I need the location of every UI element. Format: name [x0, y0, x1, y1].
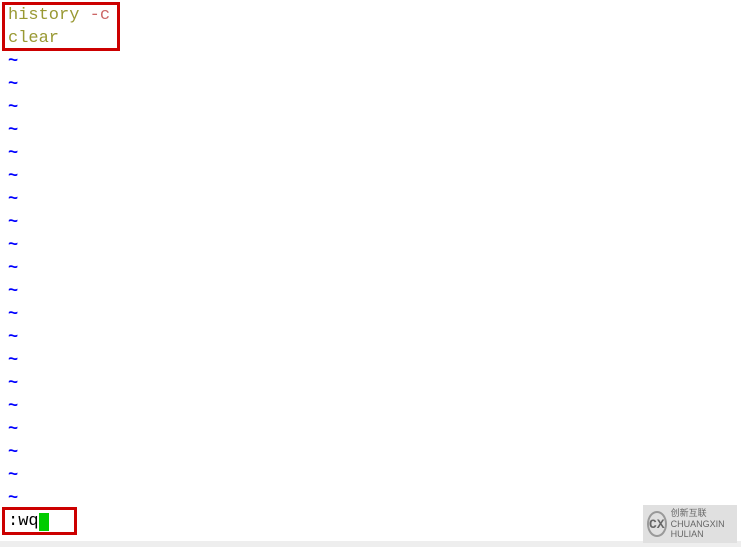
code-line-1: history -c [8, 4, 741, 27]
bottom-bar [0, 541, 741, 547]
watermark-text: 创新互联 CHUANGXIN HULIAN [671, 508, 733, 540]
command-token: clear [8, 29, 59, 48]
tilde-line: ~ [8, 96, 741, 119]
command-text: :wq [8, 512, 39, 531]
tilde-line: ~ [8, 418, 741, 441]
tilde-line: ~ [8, 73, 741, 96]
tilde-line: ~ [8, 119, 741, 142]
code-line-2: clear [8, 27, 741, 50]
tilde-line: ~ [8, 441, 741, 464]
tilde-line: ~ [8, 326, 741, 349]
tilde-line: ~ [8, 349, 741, 372]
tilde-line: ~ [8, 372, 741, 395]
watermark: CX 创新互联 CHUANGXIN HULIAN [643, 505, 737, 543]
tilde-line: ~ [8, 50, 741, 73]
watermark-line1: 创新互联 [671, 508, 733, 519]
tilde-lines: ~~~~~~~~~~~~~~~~~~~~ [8, 50, 741, 510]
vim-editor[interactable]: history -c clear ~~~~~~~~~~~~~~~~~~~~ :w… [0, 0, 741, 547]
tilde-line: ~ [8, 280, 741, 303]
tilde-line: ~ [8, 142, 741, 165]
tilde-line: ~ [8, 395, 741, 418]
tilde-line: ~ [8, 211, 741, 234]
tilde-line: ~ [8, 234, 741, 257]
tilde-line: ~ [8, 303, 741, 326]
tilde-line: ~ [8, 257, 741, 280]
watermark-line2: CHUANGXIN HULIAN [671, 519, 733, 541]
vim-command-line[interactable]: :wq [8, 510, 49, 533]
tilde-line: ~ [8, 188, 741, 211]
watermark-logo-icon: CX [647, 511, 667, 537]
command-token: history [8, 6, 90, 25]
tilde-line: ~ [8, 165, 741, 188]
tilde-line: ~ [8, 487, 741, 510]
flag-token: -c [90, 6, 110, 25]
editor-content: history -c clear ~~~~~~~~~~~~~~~~~~~~ [8, 4, 741, 510]
cursor-icon [39, 513, 49, 531]
tilde-line: ~ [8, 464, 741, 487]
